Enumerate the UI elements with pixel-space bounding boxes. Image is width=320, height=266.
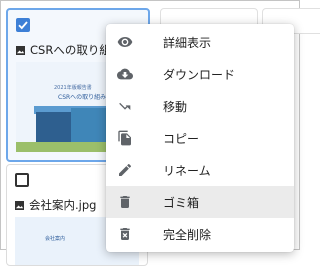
menu-item-label: 移動	[163, 99, 188, 114]
menu-item-label: ゴミ箱	[163, 195, 200, 210]
menu-item-label: ダウンロード	[163, 67, 236, 82]
context-menu: 詳細表示 ダウンロード 移動 コピー リネーム ゴミ箱 完全削除	[106, 24, 294, 252]
checkbox-checked[interactable]	[16, 18, 30, 32]
menu-item-label: リネーム	[163, 163, 211, 178]
thumbnail-caption: 2021年版報告書	[54, 85, 92, 91]
menu-item-delete-permanently[interactable]: 完全削除	[106, 218, 294, 250]
image-file-icon	[15, 200, 24, 210]
thumbnail-title: CSRへの取り組み	[58, 94, 107, 101]
menu-item-rename[interactable]: リネーム	[106, 154, 294, 186]
menu-item-move[interactable]: 移動	[106, 90, 294, 122]
cloud-download-icon	[117, 68, 133, 80]
pencil-icon	[119, 163, 132, 176]
menu-item-copy[interactable]: コピー	[106, 122, 294, 154]
menu-item-label: コピー	[163, 131, 200, 146]
menu-item-label: 詳細表示	[163, 35, 212, 50]
thumbnail-title: 会社案内	[45, 236, 66, 242]
trash-icon	[120, 196, 130, 208]
eye-icon	[117, 37, 133, 47]
move-arrow-icon	[119, 102, 131, 110]
menu-item-label: 完全削除	[163, 227, 212, 242]
file-name-text: 会社案内.jpg	[29, 198, 97, 212]
checkbox-unchecked[interactable]	[15, 173, 29, 187]
copy-icon	[118, 130, 131, 146]
delete-forever-icon	[120, 228, 130, 240]
menu-item-details[interactable]: 詳細表示	[106, 26, 294, 58]
menu-item-download[interactable]: ダウンロード	[106, 58, 294, 90]
file-name: 会社案内.jpg	[15, 197, 96, 213]
image-file-icon	[16, 45, 25, 55]
menu-item-trash[interactable]: ゴミ箱	[106, 186, 294, 218]
building-graphic	[36, 112, 76, 146]
